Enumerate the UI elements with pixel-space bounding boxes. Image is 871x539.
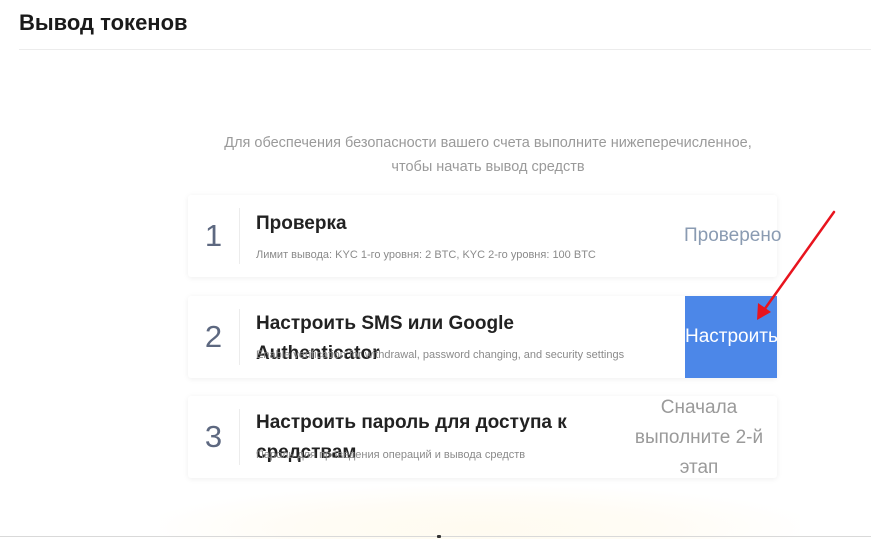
- step-description: Лимит вывода: KYC 1-го уровня: 2 BTC, KY…: [256, 249, 596, 261]
- step-number: 1: [204, 218, 223, 253]
- intro-text: Для обеспечения безопасности вашего счет…: [188, 131, 788, 179]
- step-number: 2: [204, 319, 223, 354]
- step-number: 3: [204, 419, 223, 454]
- step-fund-password: 3 Настроить пароль для доступа к средств…: [188, 396, 777, 478]
- setup-2fa-button[interactable]: Настроить: [685, 296, 777, 378]
- page-header: Вывод токенов: [0, 0, 871, 50]
- step-description: Пароль для проведения операций и вывода …: [256, 449, 526, 461]
- withdraw-page: Вывод токенов Для обеспечения безопаснос…: [0, 0, 871, 539]
- intro-line-1: Для обеспечения безопасности вашего счет…: [224, 135, 752, 151]
- intro-line-2: чтобы начать вывод средств: [391, 159, 585, 175]
- step-separator: [239, 208, 240, 264]
- bottom-banner-glow: [160, 486, 800, 539]
- step-verification: 1 Проверка Лимит вывода: KYC 1-го уровня…: [188, 195, 781, 277]
- step-separator: [239, 309, 240, 365]
- step-description: Enable verification for withdrawal, pass…: [256, 349, 625, 361]
- step-separator: [239, 409, 240, 465]
- step-title: Проверка: [256, 213, 347, 234]
- step-2fa: 2 Настроить SMS или Google Authenticator…: [188, 296, 777, 378]
- status-verified-label: Проверено: [684, 225, 782, 246]
- status-pending-label: Сначала выполните 2-й этап: [634, 397, 764, 478]
- header-divider: [19, 49, 871, 50]
- bottom-divider: [0, 536, 871, 537]
- page-title: Вывод токенов: [19, 10, 188, 35]
- bottom-marker: [437, 535, 441, 538]
